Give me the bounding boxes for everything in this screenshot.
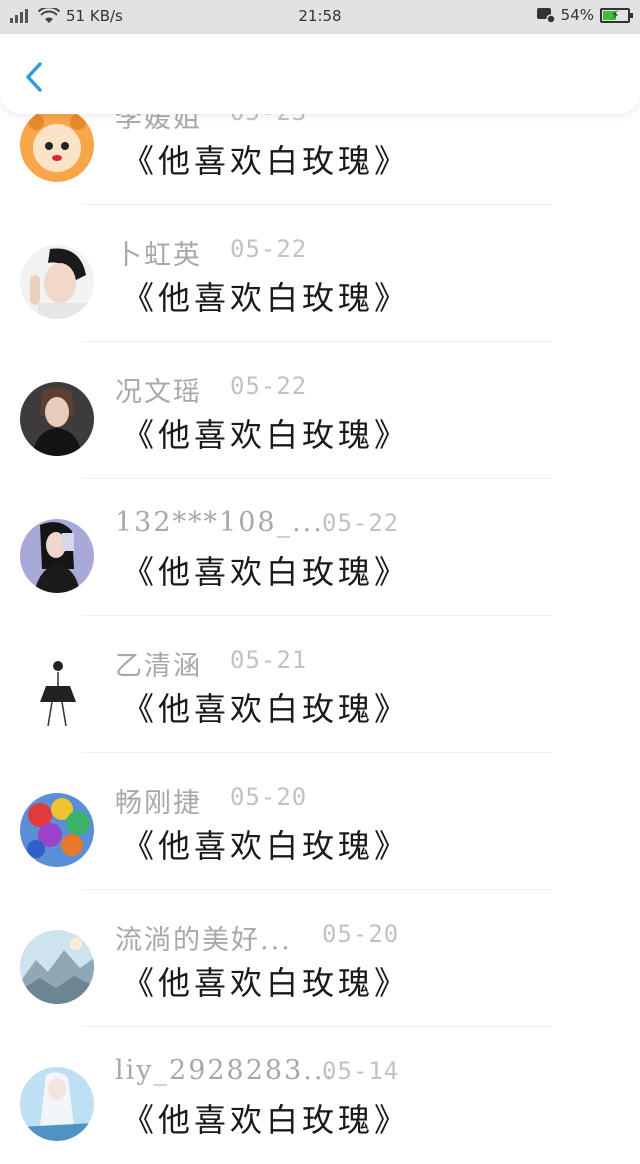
like-date: 05-22	[322, 509, 400, 537]
song-title[interactable]: 《他喜欢白玫瑰》	[122, 273, 410, 319]
user-name[interactable]: 乙清涵	[115, 644, 202, 683]
user-name[interactable]: 流淌的美好...	[115, 918, 292, 957]
like-date: 05-22	[230, 235, 308, 263]
list-item[interactable]: 卜虹英 05-22 《他喜欢白玫瑰》	[0, 205, 640, 342]
user-name[interactable]: liy_2928283...	[115, 1055, 335, 1086]
charging-icon: ⚡	[611, 7, 620, 22]
like-date: 05-20	[230, 783, 308, 811]
song-title[interactable]: 《他喜欢白玫瑰》	[122, 136, 410, 182]
notification-icon	[536, 8, 555, 23]
list-item[interactable]: 乙清涵 05-21 《他喜欢白玫瑰》	[0, 616, 640, 753]
song-title[interactable]: 《他喜欢白玫瑰》	[122, 684, 410, 730]
song-title[interactable]: 《他喜欢白玫瑰》	[122, 1095, 410, 1141]
avatar[interactable]	[20, 656, 94, 730]
song-title[interactable]: 《他喜欢白玫瑰》	[122, 958, 410, 1004]
like-date: 05-22	[230, 372, 308, 400]
back-button[interactable]	[16, 56, 56, 96]
list-item[interactable]: liy_2928283... 05-14 《他喜欢白玫瑰》	[0, 1027, 640, 1164]
song-title[interactable]: 《他喜欢白玫瑰》	[122, 547, 410, 593]
user-name[interactable]: 畅刚捷	[115, 781, 202, 820]
like-date: 05-21	[230, 646, 308, 674]
avatar[interactable]	[20, 245, 94, 319]
status-bar: 51 KB/s 21:58 54% ⚡	[0, 0, 640, 34]
avatar[interactable]	[20, 930, 94, 1004]
user-name[interactable]: 况文瑶	[115, 370, 202, 409]
battery-icon: ⚡	[600, 7, 633, 23]
list-item[interactable]: 流淌的美好... 05-20 《他喜欢白玫瑰》	[0, 890, 640, 1027]
user-name[interactable]: 卜虹英	[115, 233, 202, 272]
battery-percent: 54%	[560, 6, 594, 24]
song-title[interactable]: 《他喜欢白玫瑰》	[122, 410, 410, 456]
avatar[interactable]	[20, 519, 94, 593]
list-item[interactable]: 132***108_... 05-22 《他喜欢白玫瑰》	[0, 479, 640, 616]
avatar[interactable]	[20, 793, 94, 867]
top-nav-bar	[0, 34, 640, 114]
list-item[interactable]: 畅刚捷 05-20 《他喜欢白玫瑰》	[0, 753, 640, 890]
list-item[interactable]: 况文瑶 05-22 《他喜欢白玫瑰》	[0, 342, 640, 479]
avatar[interactable]	[20, 1067, 94, 1141]
avatar[interactable]	[20, 108, 94, 182]
user-name[interactable]: 132***108_...	[115, 507, 324, 538]
song-title[interactable]: 《他喜欢白玫瑰》	[122, 821, 410, 867]
like-date: 05-14	[322, 1057, 400, 1085]
like-date: 05-20	[322, 920, 400, 948]
avatar[interactable]	[20, 382, 94, 456]
chevron-left-icon	[26, 62, 42, 92]
